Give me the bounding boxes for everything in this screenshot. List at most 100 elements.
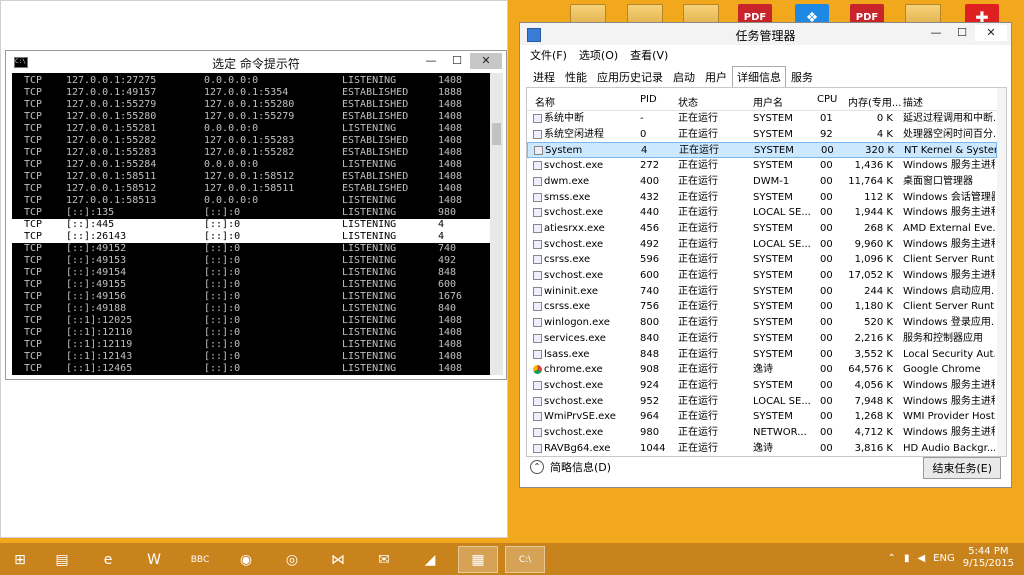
process-row[interactable]: svchost.exe 600 正在运行 SYSTEM 00 17,052 K Window… (527, 268, 997, 284)
process-row[interactable]: lsass.exe 848 正在运行 SYSTEM 00 3,552 K Local Sec… (527, 347, 997, 363)
tab-6[interactable]: 服务 (786, 66, 818, 88)
local-address: 127.0.0.1:55280 (66, 111, 157, 122)
foreign-address: [::]:0 (204, 207, 241, 218)
menu-options[interactable]: 选项(O) (579, 47, 618, 63)
cmd-icon[interactable]: C:\ (505, 546, 545, 573)
ie-icon[interactable]: e (88, 546, 128, 573)
file-explorer-icon[interactable]: ▤ (42, 546, 82, 573)
process-row[interactable]: svchost.exe 272 正在运行 SYSTEM 00 1,436 K Windows… (527, 158, 997, 174)
menu-file[interactable]: 文件(F) (530, 47, 567, 63)
cell-desc: Windows 会话管理器 (903, 191, 995, 203)
process-row[interactable]: WmiPrvSE.exe 964 正在运行 SYSTEM 00 1,268 K WMI Pr… (527, 409, 997, 425)
mail-icon[interactable]: ✉ (364, 546, 404, 573)
cell-mem: 1,180 K (854, 301, 893, 313)
maximize-button[interactable]: ☐ (444, 53, 470, 69)
input-language[interactable]: ENG (933, 553, 955, 564)
clock[interactable]: 5:44 PM 9/15/2015 (963, 546, 1014, 570)
process-row[interactable]: csrss.exe 596 正在运行 SYSTEM 00 1,096 K Client Se… (527, 252, 997, 268)
cmd-scroll-thumb[interactable] (492, 123, 501, 145)
tm-tabs: 进程 性能 应用历史记录 启动 用户 详细信息 服务 (528, 66, 818, 88)
cell-status: 正在运行 (678, 427, 718, 438)
cell-mem: 320 K (865, 145, 894, 157)
foreign-address: [::]:0 (204, 351, 241, 362)
process-row[interactable]: wininit.exe 740 正在运行 SYSTEM 00 244 K Windows 启… (527, 284, 997, 300)
cell-mem: 1,944 K (854, 207, 893, 219)
col-desc[interactable]: 描述 (903, 94, 923, 109)
process-icon (534, 146, 543, 156)
col-pid[interactable]: PID (640, 94, 657, 105)
cell-user: SYSTEM (753, 411, 793, 423)
foreign-address: [::]:0 (204, 363, 241, 374)
close-button[interactable]: ✕ (470, 53, 502, 69)
process-row[interactable]: svchost.exe 492 正在运行 LOCAL SE... 00 9,960 K Wi… (527, 237, 997, 253)
proto: TCP (24, 171, 43, 182)
cmd-scrollbar[interactable] (490, 73, 503, 375)
cmd-titlebar[interactable]: C:\ 选定 命令提示符 — ☐ ✕ (6, 51, 506, 73)
chevron-up-icon[interactable]: ⌃ (888, 553, 896, 564)
process-row[interactable]: smss.exe 432 正在运行 SYSTEM 00 112 K Windows 会话管理… (527, 190, 997, 206)
tab-3[interactable]: 启动 (668, 66, 700, 88)
tm-minimize-button[interactable]: — (923, 25, 949, 41)
process-row[interactable]: 系统中断 - 正在运行 SYSTEM 01 0 K 延迟过程调用和中断... (527, 111, 997, 127)
cell-desc: Client Server Runti... (903, 254, 995, 266)
start-icon[interactable]: ⊞ (0, 546, 40, 573)
process-row[interactable]: services.exe 840 正在运行 SYSTEM 00 2,216 K 服务和控制器… (527, 331, 997, 347)
tm-close-button[interactable]: ✕ (975, 25, 1007, 41)
volume-icon[interactable]: ◀ (917, 553, 925, 564)
cell-mem: 112 K (864, 191, 893, 203)
cmd-console-output[interactable]: TCP 127.0.0.1:27275 0.0.0.0:0 LISTENING 1408… (12, 73, 492, 375)
col-mem[interactable]: 内存(专用... (848, 94, 901, 109)
cell-status: 正在运行 (678, 442, 718, 454)
process-row[interactable]: chrome.exe 908 正在运行 逸诗 00 64,576 K Google Chro… (527, 362, 997, 378)
process-row[interactable]: svchost.exe 440 正在运行 LOCAL SE... 00 1,944 K Wi… (527, 205, 997, 221)
process-row[interactable]: dwm.exe 400 正在运行 DWM-1 00 11,764 K 桌面窗口管理器 (527, 174, 997, 190)
process-row[interactable]: svchost.exe 952 正在运行 LOCAL SE... 00 7,948 K Wi… (527, 394, 997, 410)
shark-icon[interactable]: ◢ (410, 546, 450, 573)
col-cpu[interactable]: CPU (817, 94, 837, 105)
tab-2[interactable]: 应用历史记录 (592, 66, 668, 88)
cell-mem: 244 K (864, 285, 893, 297)
process-row[interactable]: csrss.exe 756 正在运行 SYSTEM 00 1,180 K Client Se… (527, 299, 997, 315)
task-manager-window[interactable]: 任务管理器 — ☐ ✕ 文件(F) 选项(O) 查看(V) 进程 性能 应用历史记录… (519, 22, 1012, 488)
task-manager-icon[interactable]: ▦ (458, 546, 498, 573)
details-scrollbar[interactable] (997, 88, 1006, 456)
cmd-window[interactable]: C:\ 选定 命令提示符 — ☐ ✕ TCP 127.0.0.1:27275 0.0… (5, 50, 507, 380)
process-row[interactable]: System 4 正在运行 SYSTEM 00 320 K NT Kernel & Syst… (527, 142, 997, 159)
end-task-button[interactable]: 结束任务(E) (923, 457, 1001, 479)
cell-user: NETWOR... (753, 427, 807, 438)
process-icon (533, 396, 542, 406)
media-player-icon[interactable]: ◉ (226, 546, 266, 573)
process-icon (533, 333, 542, 343)
process-row[interactable]: svchost.exe 980 正在运行 NETWOR... 00 4,712 K Wind… (527, 425, 997, 441)
process-row[interactable]: RAVBg64.exe 1044 正在运行 逸诗 00 3,816 K HD Audio B… (527, 441, 997, 456)
col-user[interactable]: 用户名 (753, 94, 783, 109)
visual-studio-icon[interactable]: ⋈ (318, 546, 358, 573)
process-row[interactable]: svchost.exe 924 正在运行 SYSTEM 00 4,056 K Windows… (527, 378, 997, 394)
chrome-icon[interactable]: ◎ (272, 546, 312, 573)
cell-name: System (545, 145, 583, 157)
tab-4[interactable]: 用户 (700, 66, 732, 88)
process-row[interactable]: atiesrxx.exe 456 正在运行 SYSTEM 00 268 K AMD Exte… (527, 221, 997, 237)
process-row[interactable]: winlogon.exe 800 正在运行 SYSTEM 00 520 K Windows … (527, 315, 997, 331)
console-line: TCP 127.0.0.1:55284 0.0.0.0:0 LISTENING 1408 (12, 159, 492, 171)
foreign-address: 127.0.0.1:55280 (204, 99, 295, 110)
bbc-icon[interactable]: BBC (180, 546, 220, 573)
word-icon[interactable]: W (134, 546, 174, 573)
process-row[interactable]: 系统空闲进程 0 正在运行 SYSTEM 92 4 K 处理器空闲时间百分... (527, 127, 997, 143)
col-name[interactable]: 名称 (535, 94, 555, 109)
minimize-button[interactable]: — (418, 53, 444, 69)
tm-titlebar[interactable]: 任务管理器 — ☐ ✕ (520, 23, 1011, 45)
cell-user: SYSTEM (753, 285, 793, 297)
menu-view[interactable]: 查看(V) (630, 47, 668, 63)
tab-5[interactable]: 详细信息 (732, 66, 786, 88)
fewer-details-toggle[interactable]: ⌃ 简略信息(D) (530, 459, 611, 475)
tm-maximize-button[interactable]: ☐ (949, 25, 975, 41)
tab-1[interactable]: 性能 (560, 66, 592, 88)
cell-status: 正在运行 (678, 301, 718, 313)
tab-0[interactable]: 进程 (528, 66, 560, 88)
tm-menubar: 文件(F) 选项(O) 查看(V) (530, 47, 668, 63)
process-icon (533, 318, 542, 328)
col-status[interactable]: 状态 (678, 94, 698, 109)
chevron-up-icon: ⌃ (530, 460, 544, 474)
signal-icon[interactable]: ▮ (904, 553, 910, 564)
